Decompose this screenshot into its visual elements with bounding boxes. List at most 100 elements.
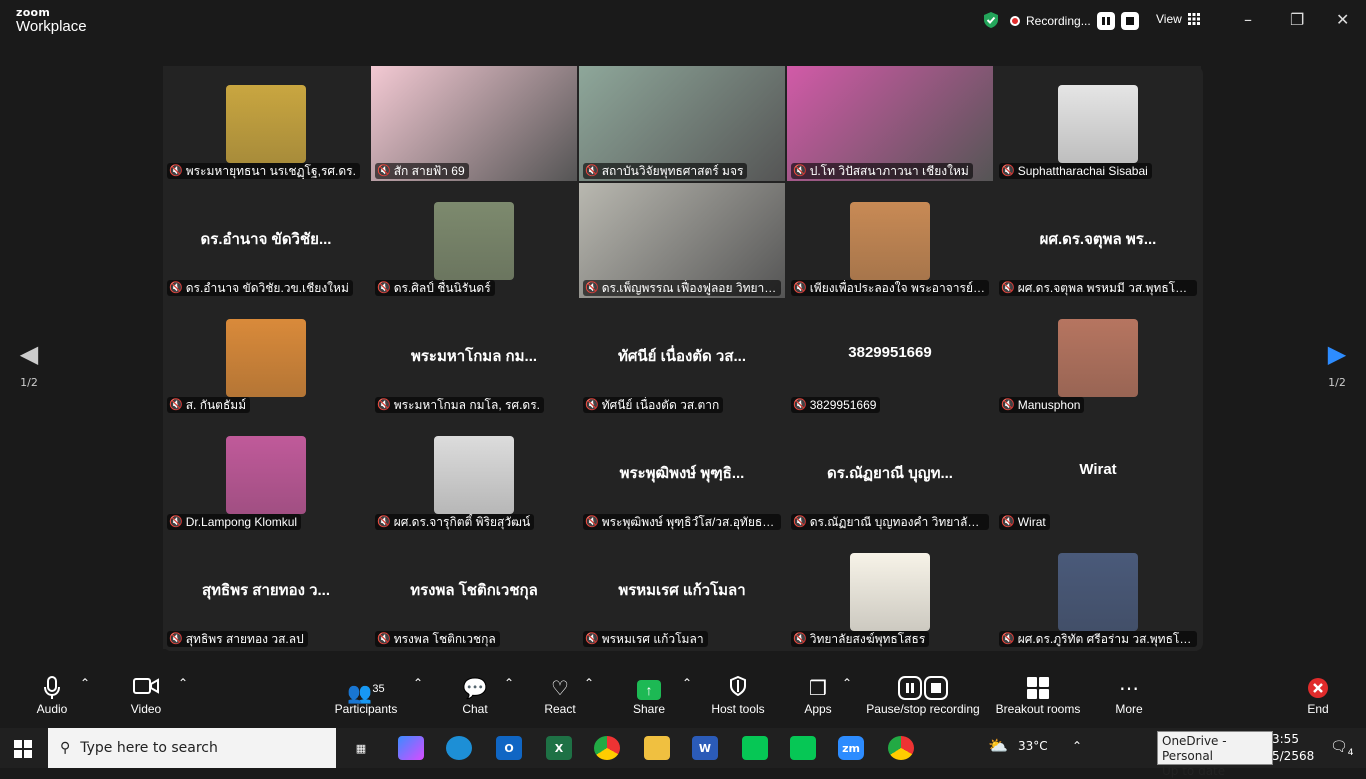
- right-arrow-icon[interactable]: ▶: [1322, 340, 1352, 368]
- page-prev[interactable]: ◀ 1/2: [14, 340, 44, 389]
- participant-tile[interactable]: 🔇 พระมหายุทธนา นรเชฏฺโฐ,รศ.ดร.: [163, 66, 369, 181]
- participant-tile[interactable]: 🔇 สัก สายฟ้า 69: [371, 66, 577, 181]
- participant-tile[interactable]: พระพุฒิพงษ์ พุฑฺธิ... 🔇 พระพุฒิพงษ์ พุฑฺธิ…: [579, 417, 785, 532]
- muted-mic-icon: 🔇: [169, 282, 183, 294]
- apps-button[interactable]: ❒ Apps: [800, 676, 836, 716]
- participant-tile[interactable]: 🔇 ดร.เพ็ญพรรณ เฟื่องฟูลอย วิทยาลั...: [579, 183, 785, 298]
- participant-name: ดร.เพ็ญพรรณ เฟื่องฟูลอย วิทยาลั...: [601, 281, 777, 295]
- muted-mic-icon: 🔇: [793, 399, 807, 411]
- participant-tile[interactable]: ดร.อำนาจ ขัดวิชัย... 🔇 ดร.อำนาจ ขัดวิชัย.ว…: [163, 183, 369, 298]
- participant-tile[interactable]: ทรงพล โชติกเวชกุล 🔇 ทรงพล โชติกเวชกุล: [371, 534, 577, 649]
- pause-stop-recording-button[interactable]: Pause/stop recording: [864, 676, 982, 716]
- participant-tile[interactable]: ผศ.ดร.จตุพล พร... 🔇 ผศ.ดร.จตุพล พรหมมี วส.…: [995, 183, 1201, 298]
- word-icon[interactable]: W: [692, 736, 718, 760]
- pause-recording-icon[interactable]: [1096, 12, 1115, 30]
- recording-indicator[interactable]: Recording...: [1010, 12, 1139, 30]
- excel-icon[interactable]: X: [546, 736, 572, 760]
- more-button[interactable]: ⋯ More: [1112, 676, 1146, 716]
- host-shield-icon: [708, 675, 768, 702]
- participant-name-display: พระพุฒิพงษ์ พุฑฺธิ...: [619, 465, 745, 482]
- participant-tile[interactable]: ดร.ณัฏยาณี บุญท... 🔇 ดร.ณัฏยาณี บุญทองคำ ว…: [787, 417, 993, 532]
- participant-video: [434, 201, 514, 280]
- participants-chevron-icon[interactable]: ⌃: [413, 676, 423, 690]
- participant-tile[interactable]: 🔇 Dr.Lampong Klomkul: [163, 417, 369, 532]
- react-button[interactable]: ♡ React: [540, 676, 580, 716]
- weather-icon[interactable]: ⛅: [988, 736, 1008, 755]
- windows-start-icon[interactable]: [14, 740, 32, 758]
- audio-button[interactable]: Audio: [34, 676, 70, 716]
- end-button[interactable]: End: [1302, 676, 1334, 716]
- participants-count: 35: [372, 683, 385, 695]
- participant-tile[interactable]: 🔇 Suphattharachai Sisabai: [995, 66, 1201, 181]
- participant-tile[interactable]: 🔇 ดร.ศิลป์ ชื่นนิรันดร์: [371, 183, 577, 298]
- participant-tile[interactable]: 3829951669 🔇 3829951669: [787, 300, 993, 415]
- tray-chevron-icon[interactable]: ⌃: [1072, 739, 1082, 753]
- participant-name-label: 🔇 พระมหายุทธนา นรเชฏฺโฐ,รศ.ดร.: [167, 163, 360, 179]
- participant-name-label: 🔇 วิทยาลัยสงฆ์พุทธโสธร: [791, 631, 930, 647]
- participant-tile[interactable]: พระมหาโกมล กม... 🔇 พระมหาโกมล กมโล, รศ.ดร.: [371, 300, 577, 415]
- participant-name-display: สุทธิพร สายทอง ว...: [202, 582, 330, 599]
- host-tools-button[interactable]: Host tools: [708, 675, 768, 716]
- muted-mic-icon: 🔇: [1001, 516, 1015, 528]
- end-label: End: [1307, 702, 1329, 716]
- participant-name: สถาบันวิจัยพุทธศาสตร์ มจร: [601, 164, 744, 178]
- file-explorer-icon[interactable]: [644, 736, 670, 760]
- zoom-logo: zoom Workplace: [16, 7, 87, 34]
- participant-tile[interactable]: 🔇 เพียงเพื่อประลองใจ พระอาจารย์ ดร....: [787, 183, 993, 298]
- participant-video: [226, 318, 306, 397]
- audio-options-chevron-icon[interactable]: ⌃: [80, 676, 90, 690]
- participant-name: ดร.อำนาจ ขัดวิชัย.วข.เชียงใหม่: [185, 281, 349, 295]
- security-shield-icon[interactable]: [982, 11, 1000, 29]
- copilot-icon[interactable]: [398, 736, 424, 760]
- taskbar-search-input[interactable]: ⚲ Type here to search: [48, 728, 336, 768]
- video-options-chevron-icon[interactable]: ⌃: [178, 676, 188, 690]
- participant-tile[interactable]: 🔇 ป.โท วิปัสสนาภาวนา เชียงใหม่: [787, 66, 993, 181]
- left-arrow-icon[interactable]: ◀: [14, 340, 44, 368]
- video-button[interactable]: Video: [128, 676, 164, 716]
- record-dot-icon: [1010, 16, 1020, 26]
- participant-name: พระมหายุทธนา นรเชฏฺโฐ,รศ.ดร.: [185, 164, 356, 178]
- participant-tile[interactable]: พรหมเรศ แก้วโมลา 🔇 พรหมเรศ แก้วโมลา: [579, 534, 785, 649]
- participant-name-label: 🔇 ส. กันตธัมม์: [167, 397, 251, 413]
- participants-button[interactable]: 👥35 Participants: [332, 676, 400, 716]
- restore-icon[interactable]: ❐: [1290, 10, 1304, 29]
- line-icon[interactable]: [742, 736, 768, 760]
- participant-tile[interactable]: 🔇 วิทยาลัยสงฆ์พุทธโสธร: [787, 534, 993, 649]
- minimize-icon[interactable]: –: [1244, 10, 1252, 29]
- view-button[interactable]: View: [1156, 12, 1200, 26]
- participant-tile[interactable]: 🔇 ผศ.ดร.จารุกิตติ์ พิริยสุวัฒน์: [371, 417, 577, 532]
- edge-icon[interactable]: [446, 736, 472, 760]
- apps-chevron-icon[interactable]: ⌃: [842, 676, 852, 690]
- clock-date[interactable]: 5/2568: [1272, 749, 1314, 763]
- breakout-rooms-button[interactable]: Breakout rooms: [994, 676, 1082, 716]
- participant-tile[interactable]: 🔇 สถาบันวิจัยพุทธศาสตร์ มจร: [579, 66, 785, 181]
- stop-recording-icon[interactable]: [1120, 12, 1139, 30]
- participant-tile[interactable]: 🔇 Manusphon: [995, 300, 1201, 415]
- participant-name: ป.โท วิปัสสนาภาวนา เชียงใหม่: [809, 164, 969, 178]
- react-chevron-icon[interactable]: ⌃: [584, 676, 594, 690]
- muted-mic-icon: 🔇: [377, 399, 391, 411]
- chrome-profile-icon[interactable]: [888, 736, 914, 760]
- notification-icon[interactable]: 🗨4: [1330, 739, 1354, 758]
- participant-tile[interactable]: Wirat 🔇 Wirat: [995, 417, 1201, 532]
- participant-video: [1058, 318, 1138, 397]
- clock-time[interactable]: 3:55: [1272, 732, 1299, 746]
- zoom-taskbar-icon[interactable]: zm: [838, 736, 864, 760]
- chrome-icon[interactable]: [594, 736, 620, 760]
- share-chevron-icon[interactable]: ⌃: [682, 676, 692, 690]
- chat-chevron-icon[interactable]: ⌃: [504, 676, 514, 690]
- participant-tile[interactable]: สุทธิพร สายทอง ว... 🔇 สุทธิพร สายทอง วส.ลป: [163, 534, 369, 649]
- grid-icon: [1187, 13, 1200, 25]
- participant-tile[interactable]: 🔇 ส. กันตธัมม์: [163, 300, 369, 415]
- chat-button[interactable]: 💬 Chat: [458, 676, 492, 716]
- task-view-icon[interactable]: ▦: [348, 736, 374, 760]
- participant-tile[interactable]: ทัศนีย์ เนื่องตัด วส... 🔇 ทัศนีย์ เนื่องตั…: [579, 300, 785, 415]
- participant-tile[interactable]: 🔇 ผศ.ดร.ภูริทัต ศรีอร่าม วส.พุทธโสธร: [995, 534, 1201, 649]
- outlook-icon[interactable]: O: [496, 736, 522, 760]
- close-icon[interactable]: ✕: [1336, 10, 1349, 29]
- share-button[interactable]: ↑ Share: [630, 676, 668, 716]
- line-app-icon[interactable]: [790, 736, 816, 760]
- page-indicator-right: 1/2: [1328, 376, 1346, 389]
- participant-name-label: 🔇 ผศ.ดร.ภูริทัต ศรีอร่าม วส.พุทธโสธร: [999, 631, 1197, 647]
- page-next[interactable]: ▶ 1/2: [1322, 340, 1352, 389]
